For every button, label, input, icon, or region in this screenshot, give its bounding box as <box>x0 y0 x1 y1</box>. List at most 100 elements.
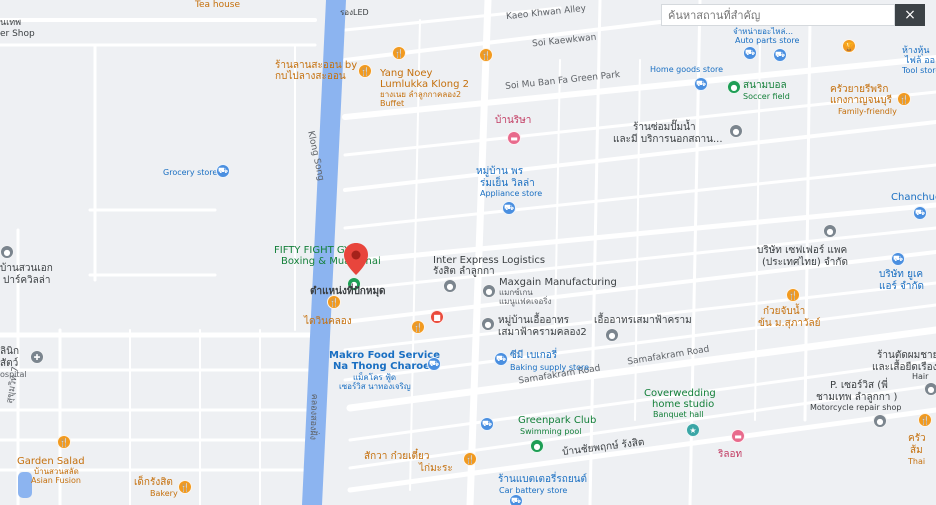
poi-semi-bakery-1[interactable]: ซีมี เบเกอรี่ <box>510 350 557 362</box>
place-icon[interactable]: ● <box>605 328 619 342</box>
poi-home-goods[interactable]: Home goods store <box>650 65 723 74</box>
poi-roong-led[interactable]: รองLED <box>340 8 369 17</box>
poi-motorcycle-1[interactable]: ร้านตัดผมชาย <box>877 350 936 362</box>
poi-p-service-2[interactable]: ชามเทพ ลำลูกกา ) <box>816 392 897 404</box>
store-icon[interactable]: ⛟ <box>743 46 757 60</box>
poi-tool-store-1[interactable]: ห้างหุ้น <box>902 46 929 56</box>
poi-daiwin[interactable]: ไดวินคลอง <box>304 316 352 328</box>
poi-mu-ban-1[interactable]: หมู่บ้านเอื้ออาทร <box>498 315 569 327</box>
poi-kuay-jab-2[interactable]: ข้น ม.สุภาวัลย์ <box>758 318 821 330</box>
poi-sapphire-2[interactable]: (ประเทศไทย) จำกัด <box>762 257 848 269</box>
poi-garden-salad-3[interactable]: Asian Fusion <box>31 476 81 485</box>
poi-tool-store-3[interactable]: Tool store <box>902 66 936 75</box>
poi-yang-noey-2[interactable]: Lumlukka Klong 2 <box>380 79 469 91</box>
poi-motorcycle-3[interactable]: Hair <box>912 372 928 381</box>
poi-auto-parts-1[interactable]: จำหน่ายอะไหล่... <box>733 27 793 36</box>
poi-coverwedding-3[interactable]: Banquet hall <box>653 410 704 419</box>
poi-mu-ban-2[interactable]: เสมาฟ้าครามคลอง2 <box>498 327 587 339</box>
grocery-icon[interactable]: ⛟ <box>216 164 230 178</box>
restaurant-icon[interactable]: 🍴 <box>411 320 425 334</box>
store-icon[interactable]: ⛟ <box>494 352 508 366</box>
search-input[interactable] <box>661 4 895 26</box>
close-button[interactable]: × <box>895 4 925 26</box>
place-icon[interactable]: ● <box>0 245 14 259</box>
poi-family-1[interactable]: ครัวยายรีพริก <box>830 84 888 96</box>
restaurant-icon[interactable]: 🍴 <box>786 288 800 302</box>
poi-er-shop[interactable]: er Shop <box>0 29 35 39</box>
poi-soccer-1[interactable]: สนามบอล <box>743 80 787 92</box>
poi-bansiya[interactable]: บ้านริษา <box>495 115 531 127</box>
store-icon[interactable]: ⛟ <box>891 252 905 266</box>
poi-appliance-3[interactable]: Appliance store <box>480 189 542 198</box>
poi-pump-2[interactable]: และมี บริการนอกสถาน... <box>613 134 723 146</box>
poi-yang-noey-1[interactable]: Yang Noey <box>380 68 432 80</box>
poi-sawa-2[interactable]: ไก่มะระ <box>419 463 453 475</box>
poi-khong-suan-2[interactable]: ปาร์ควิลล่า <box>3 275 51 287</box>
store-icon[interactable]: ⛟ <box>427 357 441 371</box>
poi-khrua-1[interactable]: ครัว <box>908 433 926 445</box>
restaurant-icon[interactable]: 🍴 <box>358 64 372 78</box>
store-icon[interactable]: ⛟ <box>502 201 516 215</box>
poi-greenpark-2[interactable]: Swimming pool <box>520 427 581 436</box>
poi-thepthai[interactable]: นเทพ <box>0 18 21 28</box>
poi-garden-salad-1[interactable]: Garden Salad <box>17 456 85 468</box>
poi-lan-sa-on-1[interactable]: ร้านลานสะออน by <box>275 60 357 72</box>
place-icon[interactable]: ● <box>729 124 743 138</box>
poi-battery-1[interactable]: ร้านแบตเตอรี่รถยนต์ <box>498 474 587 486</box>
restaurant-icon[interactable]: 🍴 <box>918 413 932 427</box>
banquet-icon[interactable]: ★ <box>686 423 700 437</box>
poi-khrua-3[interactable]: Thai <box>908 457 925 466</box>
restaurant-icon[interactable]: 🍴 <box>327 295 341 309</box>
poi-battery-2[interactable]: Car battery store <box>499 486 567 495</box>
poi-grocery[interactable]: Grocery store <box>163 168 217 177</box>
poi-maxgain-2[interactable]: แมกซ์เกน <box>499 288 533 297</box>
map-view[interactable]: Kaeo Khwan Alley Soi Kaewkwan Soi Mu Ban… <box>0 0 936 505</box>
poi-coverwedding-2[interactable]: home studio <box>652 399 714 411</box>
poi-makro-4[interactable]: เซอร์วิส นาทองเจริญ <box>339 382 411 391</box>
poi-greenpark-1[interactable]: Greenpark Club <box>518 415 596 427</box>
poi-sapphire-1[interactable]: บริษัท เซฟเฟอร์ แพค <box>757 245 847 257</box>
poi-semi-bakery-2[interactable]: Baking supply store <box>510 363 589 372</box>
poi-chanchue[interactable]: Chanchue <box>891 192 936 204</box>
poi-tea-house[interactable]: Tea house <box>195 0 240 10</box>
poi-yang-noey-4[interactable]: Buffet <box>380 99 404 108</box>
place-icon[interactable]: ● <box>924 382 936 396</box>
poi-air-2[interactable]: แอร์ จำกัด <box>879 281 924 293</box>
place-icon[interactable]: ● <box>873 414 887 428</box>
store-icon[interactable]: ⛟ <box>480 417 494 431</box>
store-icon[interactable]: ⛟ <box>773 48 787 62</box>
poi-p-service-1[interactable]: P. เซอร์วิส (พี่ <box>830 380 888 392</box>
poi-inter-express-1[interactable]: Inter Express Logistics <box>433 255 545 267</box>
restaurant-icon[interactable]: 🍴 <box>463 452 477 466</box>
poi-kuay-jab-1[interactable]: ก๋วยจับน้ำ <box>763 306 805 318</box>
poi-appliance-1[interactable]: หมู่บ้าน พร <box>476 166 523 178</box>
poi-rilot[interactable]: ริลอท <box>718 449 742 461</box>
poi-auto-parts-2[interactable]: Auto parts store <box>735 36 799 45</box>
poi-inter-express-2[interactable]: รังสิต ลำลูกกา <box>433 266 495 278</box>
poi-yang-noey-3[interactable]: ยางเนย ลำลูกกาคลอง2 <box>380 90 461 99</box>
poi-pump-1[interactable]: ร้านซ่อมปั๊มน้ำ <box>633 122 696 134</box>
poi-soccer-2[interactable]: Soccer field <box>743 92 790 101</box>
poi-maxgain-1[interactable]: Maxgain Manufacturing <box>499 277 617 289</box>
poi-khong-suan-1[interactable]: บ้านสวนเอก <box>0 263 53 275</box>
poi-air-1[interactable]: บริษัท ยูเค <box>879 269 923 281</box>
poi-dek-rangsit-2[interactable]: Bakery <box>150 489 178 498</box>
trophy-icon[interactable]: 🏆 <box>842 39 856 53</box>
poi-family-3[interactable]: Family-friendly <box>838 107 897 116</box>
poi-dek-rangsit-1[interactable]: เด็กรังสิต <box>134 477 173 489</box>
poi-family-2[interactable]: แกงกาญจนบุรี <box>830 95 892 107</box>
poi-sawa-1[interactable]: สักวา ก๋วยเตี๋ยว <box>364 451 429 463</box>
store-icon[interactable]: ⛟ <box>694 77 708 91</box>
place-icon[interactable]: ● <box>823 224 837 238</box>
store-icon[interactable]: ⛟ <box>509 494 523 505</box>
pool-icon[interactable]: ● <box>530 439 544 453</box>
store-icon[interactable]: ⛟ <box>913 206 927 220</box>
soccer-icon[interactable]: ● <box>727 80 741 94</box>
hospital-icon[interactable]: ✚ <box>30 350 44 364</box>
poi-lan-sa-on-2[interactable]: กบไปลางสะออน <box>275 71 346 83</box>
selected-location-pin-icon[interactable] <box>344 243 368 275</box>
poi-makro-1[interactable]: Makro Food Service <box>329 350 440 362</box>
poi-khrua-2[interactable]: ส้ม <box>910 445 923 457</box>
place-icon[interactable]: ● <box>481 317 495 331</box>
hotel-icon[interactable]: ▬ <box>731 429 745 443</box>
